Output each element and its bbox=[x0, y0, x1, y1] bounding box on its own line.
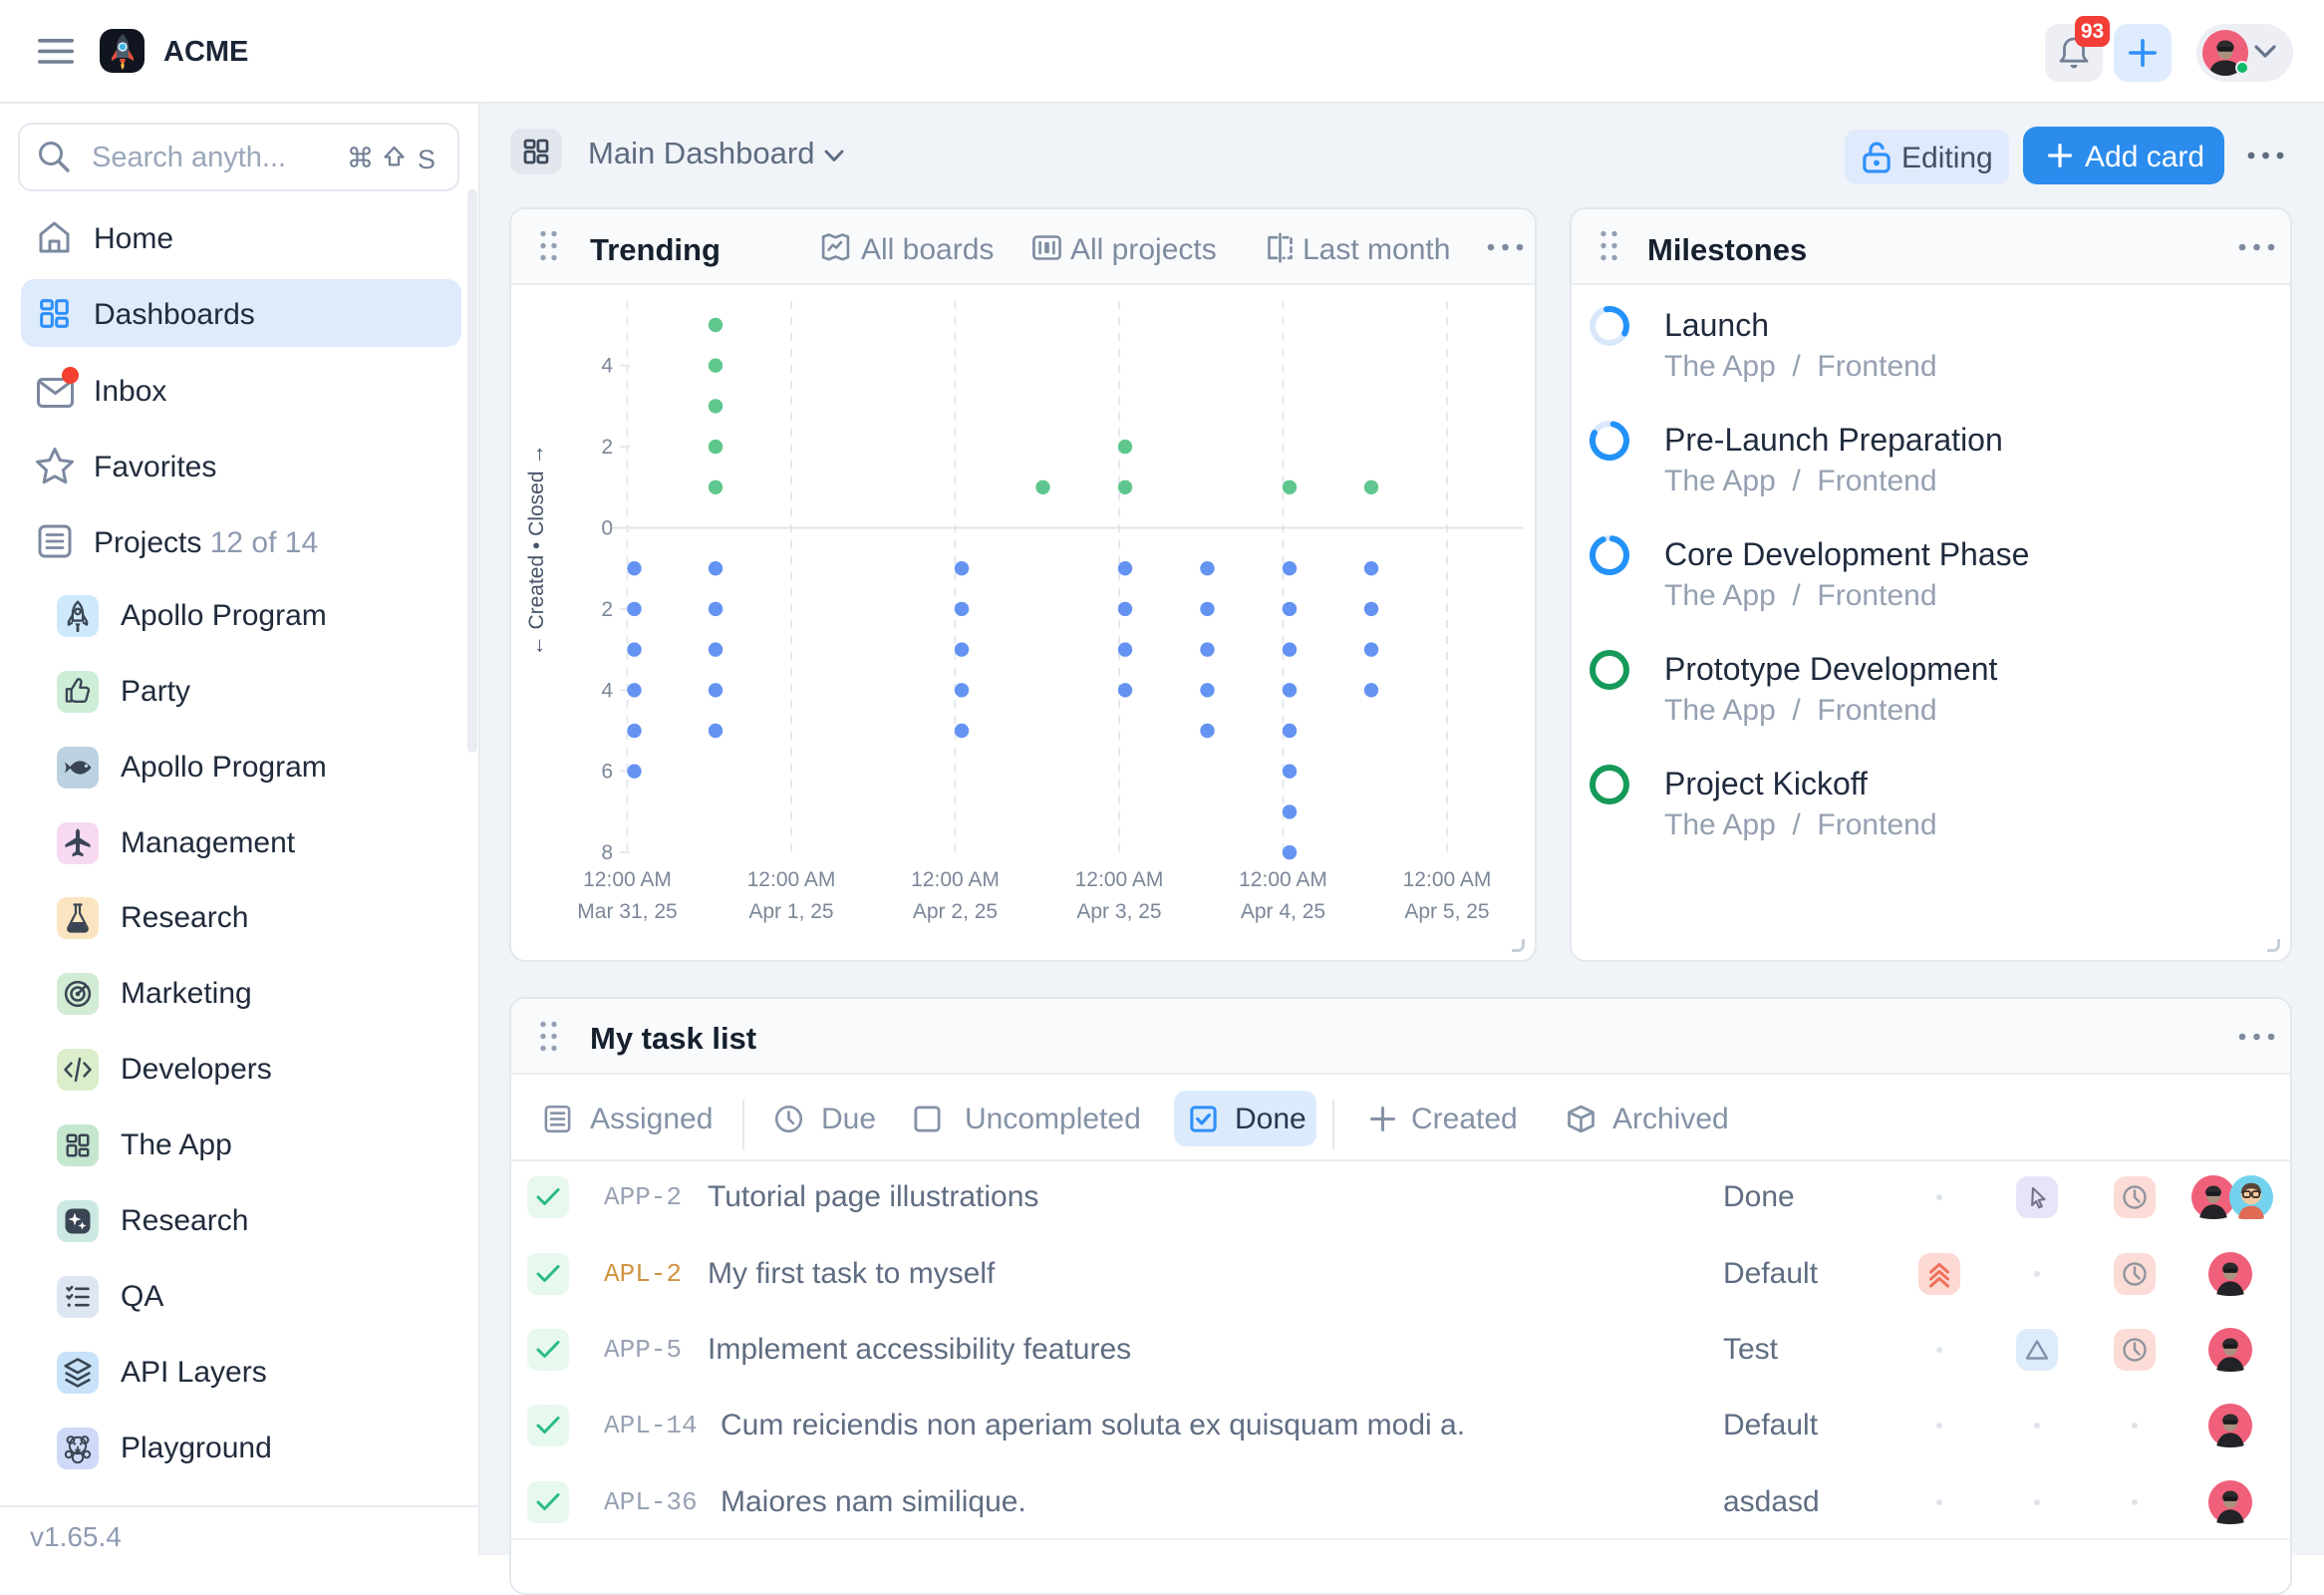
svg-text:Apr 5, 25: Apr 5, 25 bbox=[1404, 900, 1489, 923]
svg-text:Apr 1, 25: Apr 1, 25 bbox=[748, 900, 833, 923]
svg-text:6: 6 bbox=[601, 761, 613, 784]
svg-text:12:00 AM: 12:00 AM bbox=[1403, 868, 1492, 891]
svg-text:2: 2 bbox=[601, 598, 613, 621]
svg-text:12:00 AM: 12:00 AM bbox=[1075, 868, 1164, 891]
svg-text:4: 4 bbox=[601, 355, 613, 378]
svg-text:12:00 AM: 12:00 AM bbox=[911, 868, 1000, 891]
svg-text:2: 2 bbox=[601, 436, 613, 459]
svg-text:12:00 AM: 12:00 AM bbox=[747, 868, 836, 891]
svg-text:12:00 AM: 12:00 AM bbox=[1239, 868, 1327, 891]
svg-text:Apr 4, 25: Apr 4, 25 bbox=[1241, 900, 1325, 923]
svg-text:8: 8 bbox=[601, 841, 613, 864]
svg-text:4: 4 bbox=[601, 679, 613, 702]
svg-text:← Created • Closed →: ← Created • Closed → bbox=[525, 445, 548, 657]
svg-text:Apr 2, 25: Apr 2, 25 bbox=[913, 900, 998, 923]
svg-text:Apr 3, 25: Apr 3, 25 bbox=[1076, 900, 1161, 923]
svg-text:12:00 AM: 12:00 AM bbox=[583, 868, 672, 891]
svg-text:Mar 31, 25: Mar 31, 25 bbox=[577, 900, 677, 923]
svg-text:0: 0 bbox=[601, 517, 613, 540]
